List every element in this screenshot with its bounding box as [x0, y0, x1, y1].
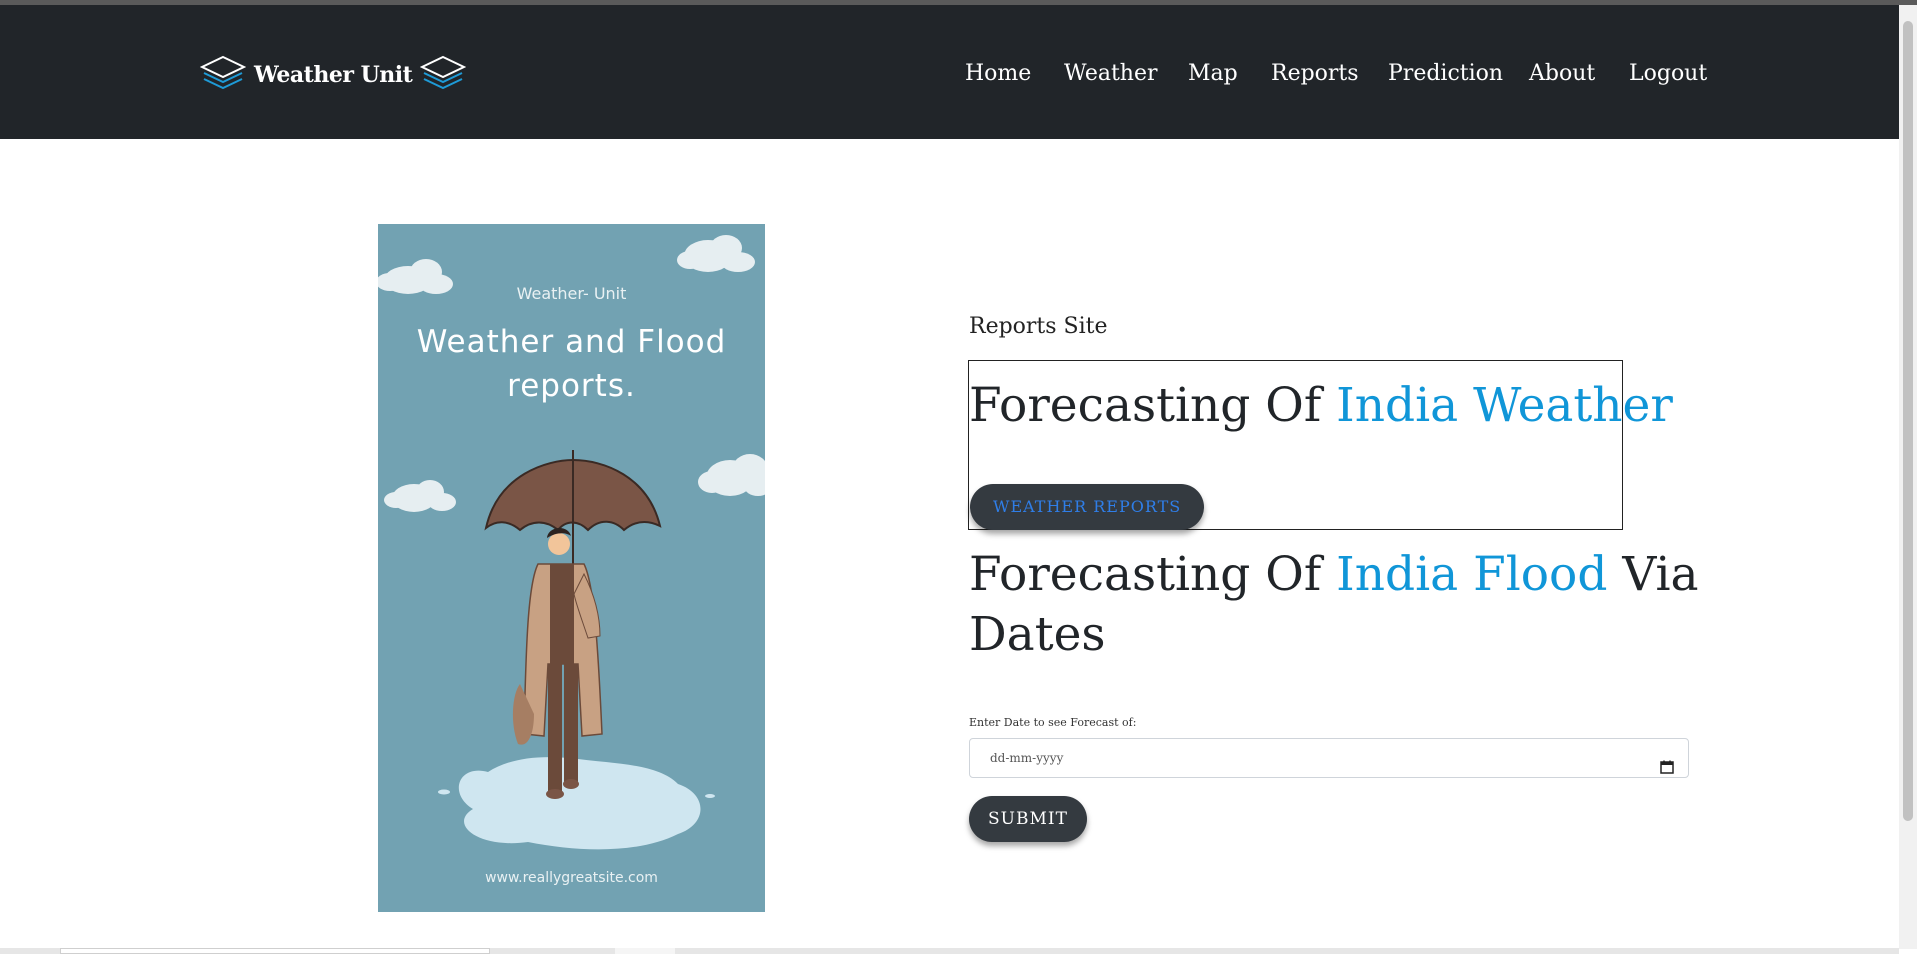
heading-weather-accent: India Weather [1336, 378, 1673, 433]
nav-logout[interactable]: Logout [1629, 61, 1707, 86]
page-subtitle: Reports Site [969, 314, 1108, 339]
poster-image: Weather- Unit Weather and Flood reports.… [378, 224, 765, 912]
nav-map[interactable]: Map [1188, 61, 1238, 86]
horizontal-scroll-segment [615, 948, 675, 954]
date-placeholder: dd-mm-yyyy [990, 751, 1064, 765]
nav-weather[interactable]: Weather [1064, 61, 1158, 86]
nav-menu: Home Weather Map Reports Prediction Abou… [0, 61, 1899, 97]
poster-small-title: Weather- Unit [516, 284, 627, 303]
vertical-scroll-thumb[interactable] [1903, 21, 1913, 821]
nav-about[interactable]: About [1529, 61, 1595, 86]
weather-reports-button[interactable]: WEATHER REPORTS [970, 484, 1205, 530]
heading-flood: Forecasting Of India Flood Via [969, 545, 1699, 605]
nav-reports[interactable]: Reports [1271, 61, 1359, 86]
heading-weather: Forecasting Of India Weather [969, 376, 1673, 436]
heading-flood-suffix: Via [1607, 547, 1699, 602]
poster-title-line2: reports. [507, 368, 636, 404]
nav-prediction[interactable]: Prediction [1388, 61, 1503, 86]
horizontal-scrollbar[interactable] [0, 948, 1899, 954]
calendar-icon[interactable] [1660, 751, 1674, 789]
heading-flood-accent: India Flood [1336, 547, 1608, 602]
poster-url: www.reallygreatsite.com [485, 870, 658, 886]
vertical-scrollbar[interactable] [1899, 5, 1917, 949]
poster-title: Weather and Flood reports. [378, 320, 765, 408]
heading-flood-line2: Dates [969, 607, 1106, 662]
nav-home[interactable]: Home [965, 61, 1031, 86]
horizontal-scroll-thumb[interactable] [60, 948, 490, 954]
submit-button[interactable]: SUBMIT [969, 796, 1087, 842]
heading-flood-prefix: Forecasting Of [969, 547, 1337, 602]
date-input[interactable]: dd-mm-yyyy [969, 738, 1689, 778]
date-label: Enter Date to see Forecast of: [969, 716, 1137, 729]
navbar: Weather Unit Home Weather Map Reports Pr… [0, 5, 1899, 139]
heading-weather-prefix: Forecasting Of [969, 378, 1337, 433]
poster-title-line1: Weather and Flood [416, 324, 727, 360]
